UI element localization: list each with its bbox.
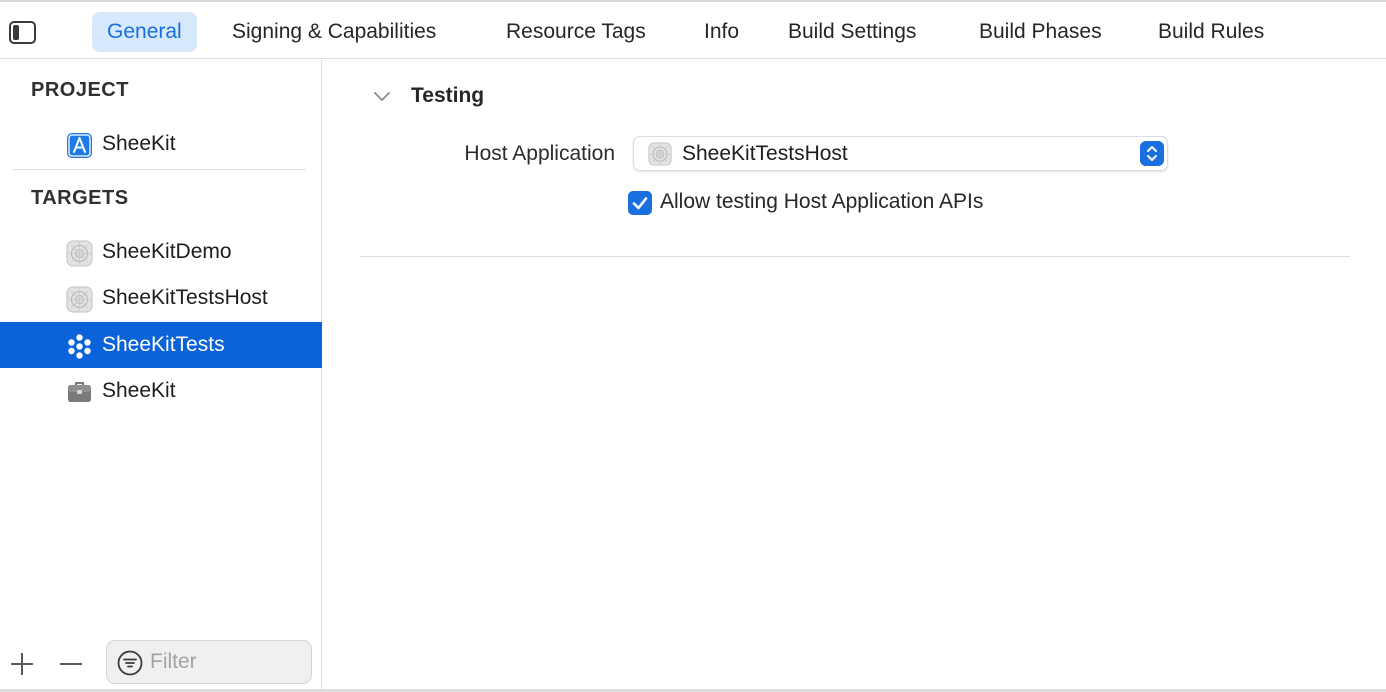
remove-target-button[interactable] [60, 652, 82, 676]
targets-section-header: TARGETS [31, 187, 129, 209]
tab-resource-tags[interactable]: Resource Tags [506, 12, 646, 52]
project-targets-sidebar: PROJECT SheeKit TARGETS SheeKitDemo Shee… [0, 60, 322, 692]
sidebar-item-label: SheeKit [102, 132, 176, 155]
sidebar-item-target-sheekitdemo[interactable]: SheeKitDemo [0, 229, 322, 275]
tab-signing-capabilities[interactable]: Signing & Capabilities [232, 12, 436, 52]
app-target-icon [648, 142, 672, 166]
sidebar-toggle-icon[interactable] [9, 21, 36, 44]
sidebar-item-target-sheekit-framework[interactable]: SheeKit [0, 368, 322, 414]
project-section-header: PROJECT [31, 79, 129, 101]
app-target-icon [66, 286, 93, 313]
host-application-popup[interactable]: SheeKitTestsHost [633, 136, 1168, 171]
chevron-up-down-icon [1140, 141, 1164, 166]
host-application-label: Host Application [464, 142, 615, 165]
host-application-value: SheeKitTestsHost [682, 142, 848, 165]
tab-build-phases[interactable]: Build Phases [979, 12, 1102, 52]
xcode-project-icon [67, 133, 92, 158]
sidebar-item-label: SheeKitTestsHost [102, 286, 268, 309]
filter-icon [117, 650, 143, 676]
sidebar-item-target-sheekittests[interactable]: SheeKitTests [0, 322, 322, 368]
unit-test-target-icon [68, 334, 91, 359]
filter-field [106, 640, 312, 684]
target-general-editor: Testing Host Application SheeKitTestsHos… [323, 60, 1386, 692]
tab-build-rules[interactable]: Build Rules [1158, 12, 1264, 52]
sidebar-item-project-sheekit[interactable]: SheeKit [0, 121, 322, 167]
tab-build-settings[interactable]: Build Settings [788, 12, 916, 52]
sidebar-pane-icon [13, 25, 19, 40]
allow-testing-checkbox[interactable] [628, 191, 652, 215]
sidebar-item-label: SheeKitTests [102, 333, 225, 356]
allow-testing-label: Allow testing Host Application APIs [660, 190, 984, 213]
testing-section-title: Testing [411, 84, 485, 107]
sidebar-bottom-bar [0, 638, 322, 692]
sidebar-item-label: SheeKitDemo [102, 240, 232, 263]
add-target-button[interactable] [10, 652, 34, 676]
sidebar-item-target-sheekittestshost[interactable]: SheeKitTestsHost [0, 275, 322, 321]
section-divider [360, 256, 1350, 257]
tab-info[interactable]: Info [704, 12, 739, 52]
framework-target-icon [68, 382, 91, 402]
chevron-down-icon[interactable] [373, 90, 391, 104]
tab-general[interactable]: General [92, 12, 197, 52]
sidebar-separator [12, 169, 306, 170]
filter-input[interactable] [150, 641, 305, 683]
sidebar-item-label: SheeKit [102, 379, 176, 402]
editor-tab-bar: General Signing & Capabilities Resource … [0, 5, 1386, 59]
app-target-icon [66, 240, 93, 267]
